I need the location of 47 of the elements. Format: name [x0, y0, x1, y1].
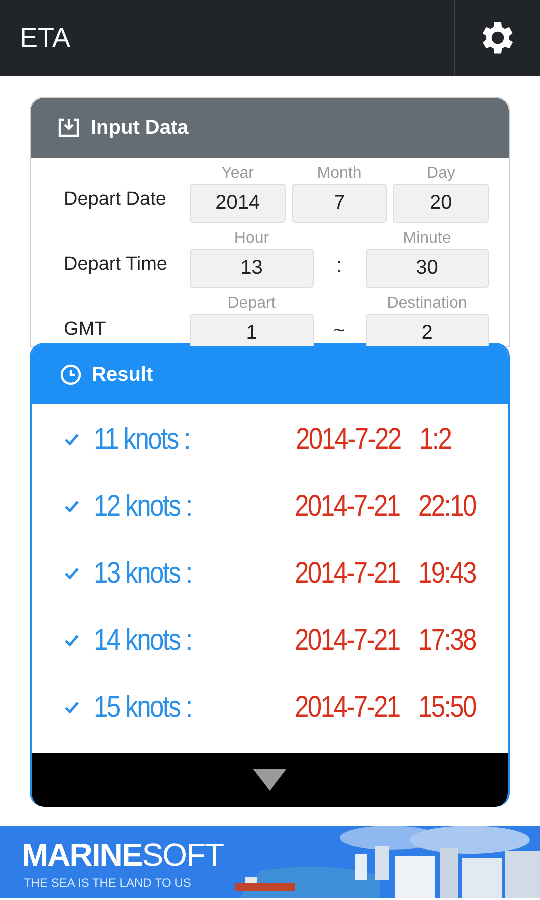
- slogan-text: THE SEA IS THE LAND TO US: [24, 875, 192, 892]
- caret-down-icon: [253, 769, 287, 791]
- eta-time: 1:2: [420, 422, 452, 458]
- input-field[interactable]: 7: [292, 184, 388, 223]
- field-caption: Hour: [234, 229, 270, 249]
- separator-text: :: [336, 254, 344, 279]
- panel-title: Input Data: [91, 116, 189, 141]
- separator-text: ~: [332, 319, 346, 344]
- eta-time: 19:43: [418, 556, 476, 592]
- clock-icon: [60, 364, 82, 386]
- input-field[interactable]: 2014: [190, 184, 286, 223]
- check-icon: [64, 567, 82, 580]
- check-icon: [64, 433, 82, 446]
- check-icon: [64, 634, 82, 647]
- speed-label: 13 knots :: [94, 556, 193, 592]
- eta-date: 2014-7-21: [295, 489, 400, 525]
- field-label: GMT: [64, 318, 108, 342]
- field-caption: Year: [222, 164, 254, 184]
- input-field[interactable]: 20: [393, 184, 490, 223]
- input-field[interactable]: 2: [366, 314, 489, 346]
- app-title: ETA: [20, 22, 71, 55]
- check-icon: [64, 500, 82, 513]
- input-field[interactable]: 30: [366, 249, 489, 288]
- field-caption: Minute: [403, 229, 452, 249]
- download-icon: [57, 117, 81, 139]
- input-field[interactable]: 13: [190, 249, 314, 288]
- eta-date: 2014-7-21: [295, 556, 400, 592]
- eta-time: 17:38: [418, 623, 476, 659]
- brand-logo: MARINESOFT: [22, 838, 224, 872]
- speed-label: 14 knots :: [94, 623, 193, 659]
- field-label: Depart Date: [64, 188, 168, 212]
- field-caption: Month: [317, 164, 362, 184]
- panel-title: Result: [92, 362, 154, 388]
- field-caption: Day: [426, 164, 456, 184]
- eta-date: 2014-7-21: [295, 623, 400, 659]
- eta-time: 15:50: [418, 690, 476, 726]
- eta-date: 2014-7-21: [295, 690, 400, 726]
- check-icon: [64, 701, 82, 714]
- field-label: Depart Time: [64, 252, 168, 276]
- speed-label: 11 knots :: [94, 422, 191, 458]
- speed-label: 15 knots :: [94, 690, 193, 726]
- field-caption: Destination: [387, 294, 468, 314]
- eta-date: 2014-7-22: [296, 422, 401, 458]
- input-field[interactable]: 1: [190, 314, 314, 346]
- field-caption: Depart: [228, 294, 276, 314]
- speed-label: 12 knots :: [94, 489, 193, 525]
- eta-time: 22:10: [418, 489, 476, 525]
